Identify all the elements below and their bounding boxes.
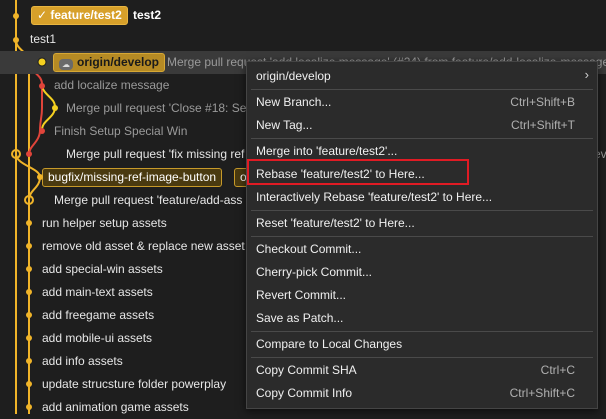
menu-item-label: Interactively Rebase 'feature/test2' to … [256,190,493,204]
menu-item-reset[interactable]: Reset 'feature/test2' to Here... [247,211,597,234]
menu-header-origin-develop[interactable]: origin/develop › [247,64,597,87]
menu-item-compare[interactable]: Compare to Local Changes [247,332,597,355]
menu-item-save-patch[interactable]: Save as Patch... [247,306,597,329]
menu-item-label: Checkout Commit... [256,242,362,256]
menu-item-cherry-pick[interactable]: Cherry-pick Commit... [247,260,597,283]
menu-item-copy-sha[interactable]: Copy Commit SHA Ctrl+C [247,358,597,381]
menu-shortcut: Ctrl+Shift+T [510,118,575,132]
menu-item-new-branch[interactable]: New Branch... Ctrl+Shift+B [247,90,597,113]
menu-item-label: Copy Commit SHA [256,363,357,377]
menu-item-checkout[interactable]: Checkout Commit... [247,237,597,260]
menu-shortcut: Ctrl+Shift+B [510,95,575,109]
menu-item-label: Revert Commit... [256,288,347,302]
menu-item-new-tag[interactable]: New Tag... Ctrl+Shift+T [247,113,597,136]
menu-item-label: Copy Commit Info [256,386,353,400]
menu-item-label: Compare to Local Changes [256,337,403,351]
menu-item-label: Merge into 'feature/test2'... [256,144,398,158]
menu-item-label: Reset 'feature/test2' to Here... [256,216,415,230]
menu-item-copy-info[interactable]: Copy Commit Info Ctrl+Shift+C [247,381,597,404]
menu-item-label: Save as Patch... [256,311,344,325]
menu-item-label: New Tag... [256,118,313,132]
menu-item-label: Cherry-pick Commit... [256,265,373,279]
menu-item-interactive-rebase[interactable]: Interactively Rebase 'feature/test2' to … [247,185,597,208]
menu-shortcut: Ctrl+Shift+C [509,386,575,400]
chevron-right-icon: › [584,67,589,82]
context-menu: origin/develop › New Branch... Ctrl+Shif… [246,61,598,409]
menu-item-revert[interactable]: Revert Commit... [247,283,597,306]
menu-shortcut: Ctrl+C [540,363,575,377]
menu-item-label: New Branch... [256,95,332,109]
menu-header-label: origin/develop [256,69,331,83]
highlight-box [247,159,469,185]
